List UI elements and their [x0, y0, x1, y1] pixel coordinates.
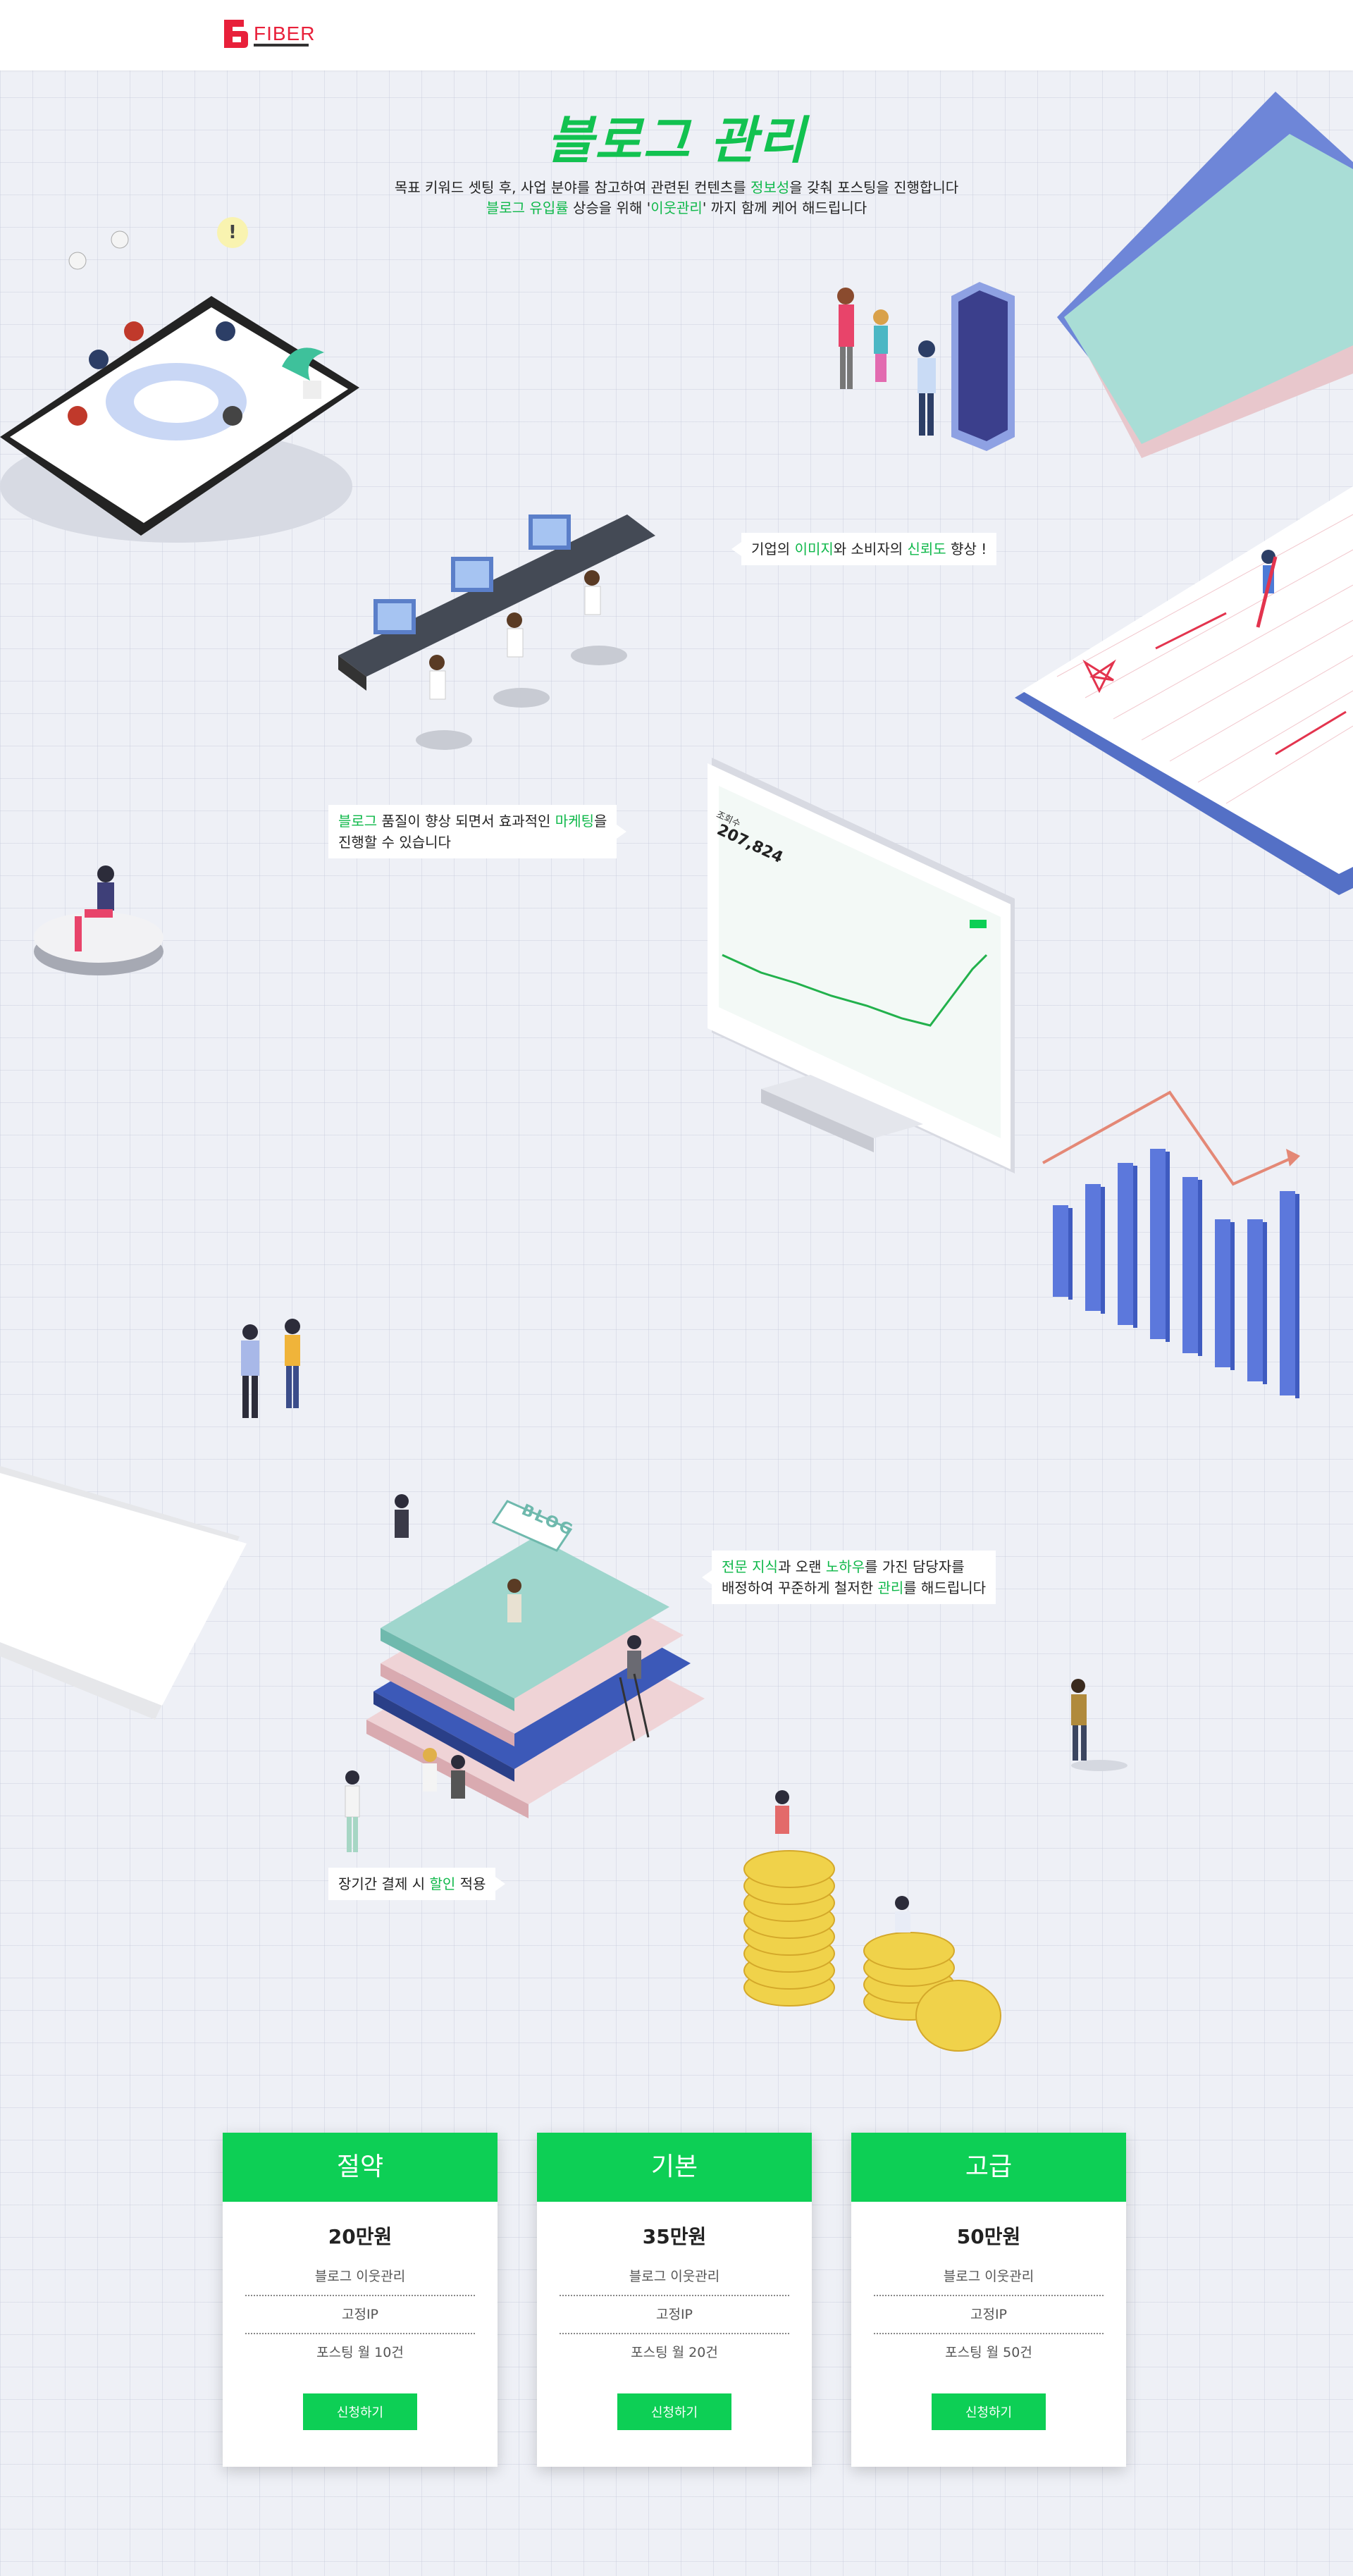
plan-name: 절약 — [223, 2133, 498, 2202]
subtitle-text: ' 까지 함께 케어 해드립니다 — [702, 199, 867, 216]
callout-line-2: 진행할 수 있습니다 — [338, 834, 451, 851]
callout-text: 과 오랜 — [777, 1558, 826, 1575]
plan-feature: 포스팅 월 10건 — [316, 2345, 404, 2360]
coin-stacks-illustration — [743, 1790, 1001, 2052]
callout-expert: 전문 지식과 오랜 노하우를 가진 담당자를 배정하여 꾸준하게 철저한 관리를… — [701, 1551, 996, 1604]
subtitle-highlight: 블로그 유입률 — [486, 199, 569, 216]
subtitle-text: 목표 키워드 셋팅 후, 사업 분야를 참고하여 관련된 컨텐츠를 — [394, 179, 751, 196]
callout-text: 품질이 향상 되면서 효과적인 — [377, 813, 555, 830]
callout-highlight: 마케팅 — [555, 813, 594, 830]
blog-books-illustration — [366, 1494, 705, 1818]
plan-name: 기본 — [537, 2133, 812, 2202]
logo-underline — [254, 44, 309, 47]
callout-line-1: 블로그 품질이 향상 되면서 효과적인 마케팅을 — [338, 811, 607, 832]
plan-features: 블로그 이웃관리 고정IP 포스팅 월 50건 — [851, 2258, 1126, 2371]
plan-feature: 고정IP — [245, 2296, 475, 2334]
subtitle-text: 을 갖춰 포스팅을 진행합니다 — [789, 179, 959, 196]
callout-text: 기업의 — [751, 541, 795, 557]
apply-button[interactable]: 신청하기 — [932, 2393, 1046, 2430]
person-cushion-illustration — [34, 865, 163, 975]
apply-button[interactable]: 신청하기 — [617, 2393, 731, 2430]
pricing-card-premium: 고급 50만원 블로그 이웃관리 고정IP 포스팅 월 50건 신청하기 — [851, 2133, 1126, 2467]
callout-highlight: 신뢰도 — [907, 541, 946, 557]
callout-line-1: 전문 지식과 오랜 노하우를 가진 담당자를 — [722, 1556, 986, 1577]
apply-button[interactable]: 신청하기 — [303, 2393, 417, 2430]
callout-text: 향상 ! — [946, 541, 987, 557]
plan-feature: 고정IP — [874, 2296, 1104, 2334]
callout-text: 를 가진 담당자를 — [865, 1558, 965, 1575]
plan-feature: 고정IP — [560, 2296, 789, 2334]
subtitle-highlight: 정보성 — [750, 179, 790, 196]
callout-brand-image: 기업의 이미지와 소비자의 신뢰도 향상 ! — [731, 533, 997, 565]
subtitle-highlight: 이웃관리 — [650, 199, 703, 216]
paper-sheets-illustration — [0, 1466, 247, 1720]
monitor-illustration: 조회수 207,824 — [705, 758, 1036, 1181]
people-phone-illustration — [837, 282, 1015, 451]
callout-text: 를 해드립니다 — [903, 1579, 987, 1596]
callout-text: 배정하여 꾸준하게 철저한 — [722, 1579, 878, 1596]
bar-graph-illustration — [1042, 1090, 1300, 1398]
plan-features: 블로그 이웃관리 고정IP 포스팅 월 10건 — [223, 2258, 498, 2371]
callout-line-2: 배정하여 꾸준하게 철저한 관리를 해드립니다 — [722, 1577, 986, 1598]
callout-text: 적용 — [455, 1875, 486, 1892]
callout-text: 장기간 결제 시 — [338, 1875, 430, 1892]
plan-name: 고급 — [851, 2133, 1126, 2202]
plan-price: 35만원 — [642, 2225, 707, 2248]
subtitle-text: 상승을 위해 ' — [568, 199, 651, 216]
office-desks-illustration — [338, 514, 655, 750]
callout-highlight: 관리 — [877, 1579, 904, 1596]
plan-feature: 블로그 이웃관리 — [245, 2258, 475, 2296]
monitor-frame — [708, 758, 1015, 1173]
callout-highlight: 블로그 — [338, 813, 378, 830]
logo-mark-icon — [224, 20, 248, 48]
callout-highlight: 이미지 — [794, 541, 834, 557]
plan-price: 20만원 — [328, 2225, 393, 2248]
site-header: FIBER — [0, 0, 1353, 70]
callout-highlight: 할인 — [429, 1875, 456, 1892]
pricing-card-saving: 절약 20만원 블로그 이웃관리 고정IP 포스팅 월 10건 신청하기 — [223, 2133, 498, 2467]
plan-feature: 블로그 이웃관리 — [874, 2258, 1104, 2296]
plan-feature: 포스팅 월 50건 — [945, 2345, 1032, 2360]
callout-blog-quality: 블로그 품질이 향상 되면서 효과적인 마케팅을 진행할 수 있습니다 — [328, 805, 627, 858]
pricing-card-basic: 기본 35만원 블로그 이웃관리 고정IP 포스팅 월 20건 신청하기 — [537, 2133, 812, 2467]
standing-person-illustration — [345, 1770, 360, 1852]
folders-illustration — [1057, 92, 1353, 458]
callout-discount: 장기간 결제 시 할인 적용 — [328, 1868, 506, 1900]
plan-feature: 포스팅 월 20건 — [631, 2345, 718, 2360]
callout-text: 을 — [594, 813, 607, 830]
walking-person-illustration — [1071, 1679, 1128, 1771]
fiber-logo[interactable]: FIBER — [223, 18, 315, 49]
plan-price: 50만원 — [956, 2225, 1021, 2248]
callout-highlight: 전문 지식 — [722, 1558, 778, 1575]
svg-text:!: ! — [228, 222, 237, 243]
people-talking-illustration — [241, 1319, 300, 1418]
meeting-tablet-illustration: ! — [0, 217, 359, 543]
notebook-illustration — [1015, 486, 1353, 895]
plan-feature: 블로그 이웃관리 — [560, 2258, 789, 2296]
logo-text: FIBER — [254, 23, 316, 44]
callout-highlight: 노하우 — [825, 1558, 865, 1575]
plan-features: 블로그 이웃관리 고정IP 포스팅 월 20건 — [537, 2258, 812, 2371]
callout-text: 와 소비자의 — [833, 541, 908, 557]
